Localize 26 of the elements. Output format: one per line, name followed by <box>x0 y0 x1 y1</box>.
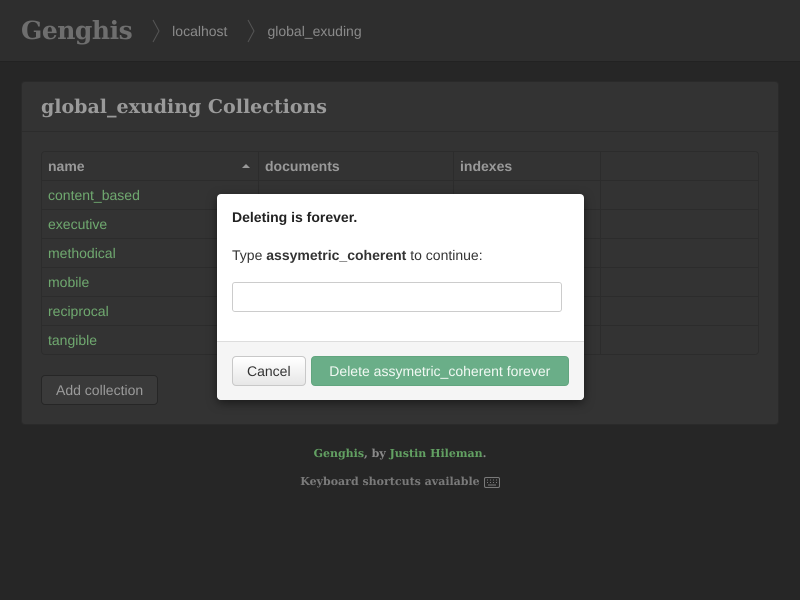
collection-link[interactable]: mobile <box>48 274 90 290</box>
confirm-input-field[interactable] <box>232 282 562 312</box>
breadcrumb-link[interactable]: global_exuding <box>267 22 362 38</box>
breadcrumb-link[interactable]: localhost <box>172 22 228 38</box>
add-collection-button[interactable]: Add collection <box>41 375 158 405</box>
author-link[interactable]: Justin Hileman <box>390 447 483 460</box>
collection-link[interactable]: content_based <box>48 187 140 203</box>
cancel-button[interactable]: Cancel <box>232 356 306 386</box>
card-title: global_exuding Collections <box>41 96 328 118</box>
column-header[interactable]: documents <box>258 152 453 180</box>
credits-text: Genghis, by Justin Hileman. <box>312 447 488 460</box>
column-header[interactable]: indexes <box>453 152 600 180</box>
dialog-title: Deleting is forever. <box>232 209 358 225</box>
collection-link[interactable]: executive <box>48 216 108 232</box>
collection-link[interactable]: tangible <box>48 332 98 348</box>
collection-link[interactable]: methodical <box>48 245 116 261</box>
chevron-icon <box>247 18 256 42</box>
keyboard-icon <box>484 476 500 488</box>
logo-link[interactable]: Genghis <box>21 16 132 45</box>
app-link[interactable]: Genghis <box>314 447 364 460</box>
delete-button[interactable]: Delete assymetric_coherent forever <box>310 356 569 386</box>
shortcuts-hint: Keyboard shortcuts available <box>300 475 480 488</box>
collection-link[interactable]: reciprocal <box>48 303 109 319</box>
column-header[interactable]: name <box>42 152 258 180</box>
dialog-message: Type assymetric_coherent to continue: <box>232 247 484 263</box>
chevron-icon <box>152 18 160 42</box>
